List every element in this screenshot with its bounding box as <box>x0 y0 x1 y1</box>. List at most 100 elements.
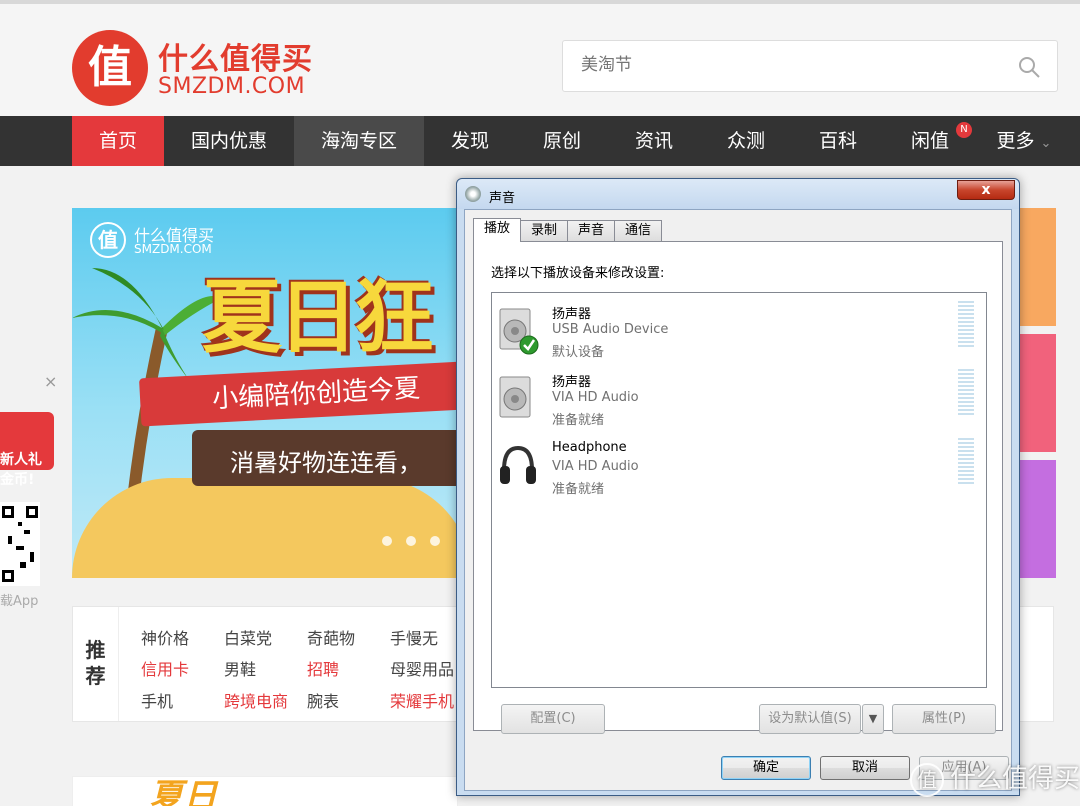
speaker-icon <box>499 308 539 355</box>
device-driver: VIA HD Audio <box>552 390 639 405</box>
nav-item-discover[interactable]: 发现 <box>424 116 516 166</box>
site-header: 值 什么值得买 SMZDM.COM <box>0 0 1080 116</box>
device-name: 扬声器 <box>552 375 592 390</box>
cancel-button[interactable]: 取消 <box>820 756 910 780</box>
nav-item-home[interactable]: 首页 <box>72 116 164 166</box>
ok-button[interactable]: 确定 <box>721 756 811 780</box>
promo-strip-orange[interactable] <box>1018 208 1056 326</box>
recommend-link[interactable]: 荣耀手机 <box>390 688 454 712</box>
dialog-tabs: 播放 录制 声音 通信 <box>473 218 663 242</box>
recommend-title-bottom: 荐 <box>85 664 106 688</box>
site-logo-en[interactable]: SMZDM.COM <box>158 74 305 99</box>
nav-item-label: 更多 <box>996 130 1035 152</box>
recommend-link[interactable]: 母婴用品 <box>390 656 454 680</box>
device-item[interactable]: 扬声器 USB Audio Device 默认设备 <box>492 295 986 363</box>
nav-item-more[interactable]: 更多 ⌄ <box>976 116 1072 166</box>
level-meter <box>958 438 974 484</box>
dialog-body: 播放 录制 声音 通信 选择以下播放设备来修改设置: 扬声器 USB Audio… <box>464 209 1012 791</box>
new-badge: N <box>956 122 972 138</box>
configure-button[interactable]: 配置(C) <box>501 704 605 734</box>
recommend-link[interactable]: 男鞋 <box>224 656 256 680</box>
nav-item-original[interactable]: 原创 <box>516 116 608 166</box>
qr-code-icon <box>0 502 40 586</box>
dialog-title: 声音 <box>489 191 516 206</box>
speaker-icon <box>499 376 531 418</box>
device-status: 准备就绪 <box>552 413 605 428</box>
carousel-dot[interactable] <box>382 536 392 546</box>
nav-item-news[interactable]: 资讯 <box>608 116 700 166</box>
float-ad-line1: 新人礼 <box>0 452 42 468</box>
nav-item-testing[interactable]: 众测 <box>700 116 792 166</box>
float-ad-line2: 金币! <box>0 472 35 488</box>
banner-headline: 夏日狂 <box>202 271 434 364</box>
carousel-dots <box>382 536 440 546</box>
floating-ad: × 新人礼 金币! 载App <box>0 372 60 612</box>
search-icon[interactable] <box>1017 55 1041 79</box>
recommend-link[interactable]: 腕表 <box>307 688 339 712</box>
device-list: 扬声器 USB Audio Device 默认设备 扬声器 VIA HD Aud… <box>491 292 987 688</box>
device-name: Headphone <box>552 440 627 455</box>
recommend-link[interactable]: 信用卡 <box>141 656 189 680</box>
chevron-down-icon: ⌄ <box>1040 136 1052 151</box>
recommend-link[interactable]: 跨境电商 <box>224 688 288 712</box>
device-item[interactable]: 扬声器 VIA HD Audio 准备就绪 <box>492 363 986 431</box>
carousel-dot[interactable] <box>406 536 416 546</box>
speaker-icon <box>465 186 481 202</box>
search-input[interactable] <box>581 55 981 75</box>
playback-panel: 选择以下播放设备来修改设置: 扬声器 USB Audio Device 默认设备… <box>473 241 1003 734</box>
promo-strip-pink[interactable] <box>1018 334 1056 452</box>
float-ad-app[interactable]: 载App <box>0 590 38 609</box>
banner-band-text: 消暑好物连连看， <box>230 449 422 477</box>
float-ad-text: 新人礼 金币! <box>0 450 42 490</box>
panel-prompt: 选择以下播放设备来修改设置: <box>491 266 665 281</box>
nav-item-label: 闲值 <box>910 130 949 152</box>
summer-section: 夏日 <box>72 776 458 806</box>
carousel-dot[interactable] <box>430 536 440 546</box>
dialog-titlebar[interactable]: 声音 x <box>457 179 1019 209</box>
set-default-button[interactable]: 设为默认值(S) <box>759 704 861 734</box>
level-meter <box>958 369 974 415</box>
main-nav: 首页 国内优惠 海淘专区 发现 原创 资讯 众测 百科 闲值 N 更多 ⌄ <box>0 116 1080 166</box>
site-logo-icon[interactable]: 值 <box>72 30 148 106</box>
tab-playback[interactable]: 播放 <box>473 218 522 242</box>
recommend-link[interactable]: 白菜党 <box>224 625 272 649</box>
recommend-link[interactable]: 手机 <box>141 688 173 712</box>
recommend-link[interactable]: 神价格 <box>141 625 189 649</box>
watermark-text: 什么值得买 <box>950 764 1080 794</box>
properties-button[interactable]: 属性(P) <box>892 704 996 734</box>
watermark: 值什么值得买 <box>910 758 1080 797</box>
device-driver: USB Audio Device <box>552 322 669 337</box>
close-button[interactable]: x <box>957 180 1015 200</box>
nav-item-haitao[interactable]: 海淘专区 <box>294 116 424 166</box>
headphone-icon <box>500 445 536 484</box>
recommend-link[interactable]: 招聘 <box>307 656 339 680</box>
recommend-link[interactable]: 奇葩物 <box>307 625 355 649</box>
tab-recording[interactable]: 录制 <box>520 220 569 242</box>
promo-strip-purple[interactable] <box>1018 460 1056 578</box>
level-meter <box>958 301 974 347</box>
promo-banner[interactable]: 值 什么值得买 SMZDM.COM 夏日狂 小编陪你创造今夏 消暑好物连连看， <box>72 208 472 578</box>
nav-item-domestic[interactable]: 国内优惠 <box>164 116 294 166</box>
watermark-logo: 值 <box>910 762 944 797</box>
close-icon[interactable]: × <box>44 372 57 391</box>
recommend-title: 推 荐 <box>73 607 119 721</box>
nav-item-wiki[interactable]: 百科 <box>792 116 884 166</box>
recommend-title-top: 推 <box>85 638 106 662</box>
tab-sounds[interactable]: 声音 <box>567 220 616 242</box>
device-status: 默认设备 <box>552 345 605 360</box>
device-status: 准备就绪 <box>552 482 605 497</box>
device-item[interactable]: Headphone VIA HD Audio 准备就绪 <box>492 432 986 500</box>
site-logo-cn[interactable]: 什么值得买 <box>158 34 313 78</box>
device-driver: VIA HD Audio <box>552 459 639 474</box>
island-sand <box>72 478 472 578</box>
banner-logo-icon: 值 <box>90 222 126 258</box>
device-name: 扬声器 <box>552 307 592 322</box>
nav-item-xianzhi[interactable]: 闲值 N <box>884 116 976 166</box>
banner-logo-en: SMZDM.COM <box>134 242 212 256</box>
search-box <box>562 40 1058 92</box>
sound-dialog: 声音 x 播放 录制 声音 通信 选择以下播放设备来修改设置: 扬声器 USB … <box>456 178 1020 796</box>
chevron-down-icon[interactable]: ▼ <box>862 704 884 734</box>
recommend-link[interactable]: 手慢无 <box>390 625 438 649</box>
summer-title: 夏日 <box>149 777 217 806</box>
tab-communications[interactable]: 通信 <box>614 220 663 242</box>
